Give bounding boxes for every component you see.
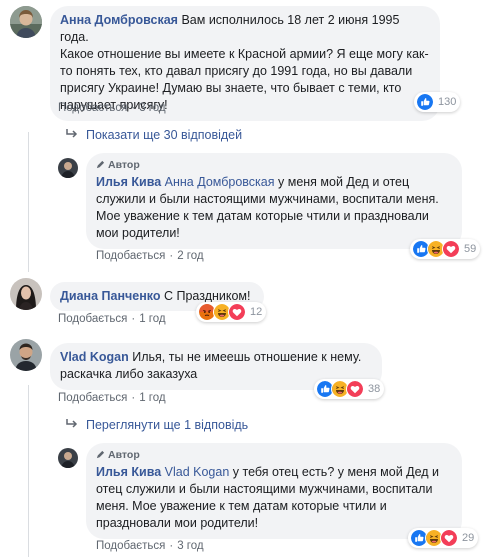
comment-actions: Подобається · 3 год <box>58 102 166 114</box>
timestamp[interactable]: 1 год <box>139 392 165 404</box>
commenter-name[interactable]: Vlad Kogan <box>60 350 129 364</box>
timestamp[interactable]: 3 год <box>177 540 203 552</box>
show-more-replies[interactable]: Переглянути ще 1 відповідь <box>66 418 248 432</box>
comment-text-line: Илья, ты не имеешь отношение к нему. <box>132 350 362 364</box>
author-badge: Автор <box>96 449 452 462</box>
comment-text-line: Мое уважение к тем датам которые чтили и… <box>96 209 429 223</box>
commenter-name[interactable]: Анна Домбровская <box>60 13 178 27</box>
comment-text-line: у меня мой Дед и отец <box>278 175 410 189</box>
avatar-photo-icon <box>10 339 42 371</box>
author-badge-label: Автор <box>108 449 140 461</box>
reply-arrow-icon <box>66 418 80 432</box>
thread-line <box>28 385 29 557</box>
comment-text: С Праздником! <box>163 289 251 303</box>
comment-text-line: то понять тех, кто давал присягу до 1991… <box>60 64 413 78</box>
comment-actions: Подобається · 1 год <box>58 392 166 404</box>
separator: · <box>169 250 174 262</box>
comment-text-line: отец служили и были настоящими мужчинами… <box>96 482 433 496</box>
comment-actions: Подобається · 1 год <box>58 313 166 325</box>
reaction-summary[interactable]: 12 <box>196 302 267 322</box>
reaction-count: 29 <box>462 532 475 544</box>
avatar-photo-icon <box>10 6 42 38</box>
separator: · <box>131 102 136 114</box>
reply-arrow-icon <box>66 128 80 142</box>
like-button[interactable]: Подобається <box>58 102 127 114</box>
separator: · <box>131 313 136 325</box>
commenter-name[interactable]: Илья Кива <box>96 175 161 189</box>
reaction-count: 59 <box>464 243 477 255</box>
comment-text-line: присягу Украине! Думаю вы знаете, что бы… <box>60 81 402 95</box>
commenter-name[interactable]: Илья Кива <box>96 465 161 479</box>
timestamp[interactable]: 1 год <box>139 313 165 325</box>
love-icon <box>346 380 364 398</box>
comment-text-line: Какое отношение вы имеете к Красной арми… <box>60 47 429 61</box>
reply-bubble: Автор Илья Кива Анна Домбровская у меня … <box>86 153 462 249</box>
reaction-summary[interactable]: 59 <box>410 239 481 259</box>
reaction-summary[interactable]: 130 <box>414 92 461 112</box>
reaction-summary[interactable]: 29 <box>408 528 479 548</box>
pencil-icon <box>96 450 105 459</box>
like-button[interactable]: Подобається <box>96 540 165 552</box>
comment-actions: Подобається · 2 год <box>96 250 204 262</box>
mention-link[interactable]: Vlad Kogan <box>165 465 230 479</box>
author-badge-label: Автор <box>108 159 140 171</box>
comment-text-line: праздновали мои родители! <box>96 516 259 530</box>
reaction-count: 12 <box>250 306 263 318</box>
show-more-replies-label: Показати ще 30 відповідей <box>86 128 243 142</box>
comment-actions: Подобається · 3 год <box>96 540 204 552</box>
comment-text-line: служили и были настоящими мужчинами, вос… <box>96 192 439 206</box>
commenter-name[interactable]: Диана Панченко <box>60 289 161 303</box>
separator: · <box>169 540 174 552</box>
avatar-photo-icon <box>58 158 78 178</box>
love-icon <box>228 303 246 321</box>
like-icon <box>416 93 434 111</box>
avatar[interactable] <box>10 278 42 310</box>
author-badge: Автор <box>96 159 452 172</box>
show-more-replies-label: Переглянути ще 1 відповідь <box>86 418 249 432</box>
comment-text-line: раскачка либо заказуха <box>60 367 198 381</box>
timestamp[interactable]: 2 год <box>177 250 203 262</box>
comment-text-line: у тебя отец есть? у меня мой Дед и <box>232 465 440 479</box>
love-icon <box>440 529 458 547</box>
like-button[interactable]: Подобається <box>58 313 127 325</box>
avatar[interactable] <box>58 158 78 178</box>
love-icon <box>442 240 460 258</box>
comment-text-line: меня. Мое уважение к тем датам которые ч… <box>96 499 387 513</box>
like-button[interactable]: Подобається <box>58 392 127 404</box>
reply-bubble: Автор Илья Кива Vlad Kogan у тебя отец е… <box>86 443 462 539</box>
avatar[interactable] <box>10 339 42 371</box>
pencil-icon <box>96 160 105 169</box>
avatar[interactable] <box>58 448 78 468</box>
reaction-summary[interactable]: 38 <box>314 379 385 399</box>
avatar-photo-icon <box>10 278 42 310</box>
reaction-count: 130 <box>438 96 457 108</box>
separator: · <box>131 392 136 404</box>
thread-line <box>28 132 29 272</box>
reaction-count: 38 <box>368 383 381 395</box>
like-button[interactable]: Подобається <box>96 250 165 262</box>
show-more-replies[interactable]: Показати ще 30 відповідей <box>66 128 242 142</box>
timestamp[interactable]: 3 год <box>139 102 165 114</box>
avatar-photo-icon <box>58 448 78 468</box>
mention-link[interactable]: Анна Домбровская <box>165 175 275 189</box>
avatar[interactable] <box>10 6 42 38</box>
comment-text-line: мои родители! <box>96 226 180 240</box>
